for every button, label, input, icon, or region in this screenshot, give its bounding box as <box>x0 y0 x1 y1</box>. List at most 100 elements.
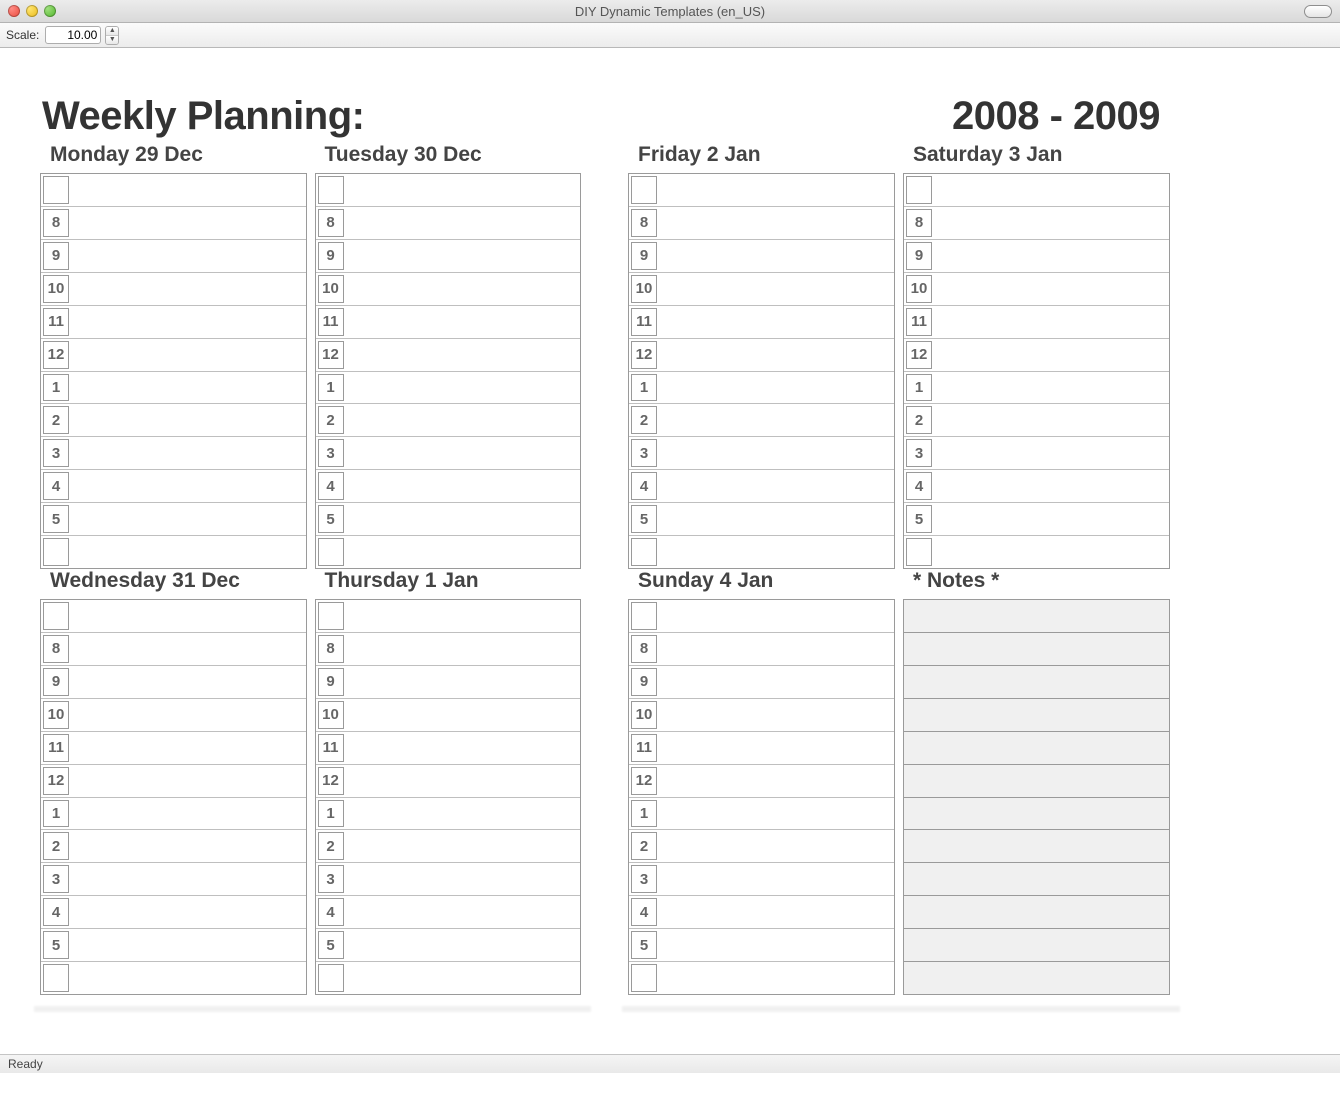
hour-label: 8 <box>906 209 932 237</box>
window-title: DIY Dynamic Templates (en_US) <box>0 4 1340 19</box>
page-left: Weekly Planning: Monday 29 Dec·891011121… <box>32 60 589 1008</box>
hour-row: 1 <box>904 372 1169 405</box>
hour-slot <box>71 863 306 895</box>
hour-row: 5 <box>629 503 894 536</box>
hour-label: 2 <box>906 406 932 434</box>
day-table: ·8910111212345· <box>628 599 895 995</box>
hour-row: 5 <box>41 503 306 536</box>
scale-input[interactable] <box>45 26 101 44</box>
note-row <box>903 862 1170 895</box>
hour-slot <box>659 372 894 404</box>
hour-row: 11 <box>629 306 894 339</box>
hour-row: 12 <box>41 765 306 798</box>
hour-slot <box>346 174 581 206</box>
hour-slot <box>71 174 306 206</box>
hour-row: · <box>316 962 581 994</box>
scale-down-button[interactable]: ▼ <box>106 36 118 44</box>
hour-slot <box>934 503 1169 535</box>
hour-row: 10 <box>41 273 306 306</box>
toolbar-toggle-pill-icon[interactable] <box>1304 5 1332 18</box>
hour-slot <box>346 699 581 731</box>
hour-slot <box>71 503 306 535</box>
hour-label: 2 <box>631 832 657 860</box>
hour-row: 1 <box>316 798 581 831</box>
hour-row: 5 <box>316 929 581 962</box>
day-header: Wednesday 31 Dec <box>40 569 307 599</box>
hour-label: 9 <box>906 242 932 270</box>
hour-slot <box>346 896 581 928</box>
hour-label: 11 <box>318 308 344 336</box>
day-header: Sunday 4 Jan <box>628 569 895 599</box>
hour-slot <box>659 339 894 371</box>
day-table: ·8910111212345· <box>903 173 1170 569</box>
hour-label: 10 <box>906 275 932 303</box>
hour-slot <box>659 306 894 338</box>
hour-slot <box>346 470 581 502</box>
hour-row: 5 <box>41 929 306 962</box>
hour-label: 1 <box>631 800 657 828</box>
zoom-icon[interactable] <box>44 5 56 17</box>
hour-row: 1 <box>629 372 894 405</box>
hour-row: 9 <box>904 240 1169 273</box>
hour-slot <box>934 536 1169 568</box>
hour-label: · <box>318 602 344 630</box>
hour-slot <box>71 666 306 698</box>
hour-label: 9 <box>43 668 69 696</box>
hour-row: 12 <box>629 339 894 372</box>
hour-label: · <box>631 964 657 992</box>
note-row <box>903 895 1170 928</box>
hour-slot <box>659 503 894 535</box>
hour-row: 12 <box>41 339 306 372</box>
minimize-icon[interactable] <box>26 5 38 17</box>
hour-slot <box>71 830 306 862</box>
hour-slot <box>659 273 894 305</box>
hour-row: 4 <box>316 470 581 503</box>
hour-slot <box>71 600 306 632</box>
hour-label: 5 <box>906 505 932 533</box>
hour-label: 1 <box>906 374 932 402</box>
hour-label: 1 <box>43 800 69 828</box>
hour-slot <box>659 699 894 731</box>
hour-label: 11 <box>631 308 657 336</box>
hour-slot <box>659 666 894 698</box>
hour-label: · <box>43 602 69 630</box>
hour-row: 2 <box>629 830 894 863</box>
hour-slot <box>71 536 306 568</box>
hour-row: 10 <box>316 699 581 732</box>
hour-row: 8 <box>41 633 306 666</box>
hour-label: · <box>43 964 69 992</box>
hour-row: 8 <box>316 207 581 240</box>
hour-slot <box>934 470 1169 502</box>
scale-up-button[interactable]: ▲ <box>106 27 118 36</box>
day-header: Thursday 1 Jan <box>315 569 582 599</box>
hour-label: 10 <box>43 275 69 303</box>
status-bar: Ready <box>0 1054 1340 1073</box>
hour-slot <box>71 633 306 665</box>
close-icon[interactable] <box>8 5 20 17</box>
hour-slot <box>71 765 306 797</box>
day-column: Sunday 4 Jan·8910111212345· <box>628 569 895 995</box>
scale-stepper: ▲ ▼ <box>105 26 119 45</box>
hour-slot <box>346 600 581 632</box>
hour-label: 3 <box>631 439 657 467</box>
day-column: Saturday 3 Jan·8910111212345· <box>903 143 1170 569</box>
hour-label: 9 <box>631 242 657 270</box>
hour-label: 2 <box>318 832 344 860</box>
hour-label: · <box>631 538 657 566</box>
note-row <box>903 797 1170 830</box>
hour-row: 10 <box>629 273 894 306</box>
day-table: ·8910111212345· <box>40 599 307 995</box>
hour-row: 3 <box>629 437 894 470</box>
hour-row: 2 <box>41 830 306 863</box>
hour-label: 10 <box>318 701 344 729</box>
notes-column: * Notes * <box>903 569 1170 995</box>
hour-row: 4 <box>629 896 894 929</box>
hour-label: 12 <box>318 341 344 369</box>
titlebar: DIY Dynamic Templates (en_US) <box>0 0 1340 23</box>
hour-slot <box>71 798 306 830</box>
hour-label: 9 <box>631 668 657 696</box>
hour-label: 3 <box>318 439 344 467</box>
hour-row: 1 <box>316 372 581 405</box>
hour-label: · <box>318 538 344 566</box>
hour-label: 9 <box>43 242 69 270</box>
